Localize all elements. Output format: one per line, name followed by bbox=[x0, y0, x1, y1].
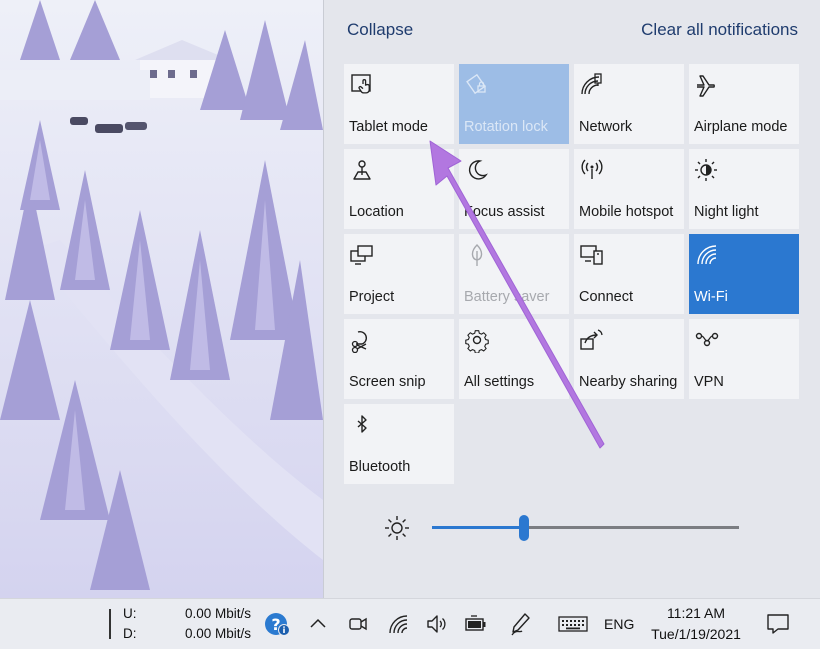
tile-label: Airplane mode bbox=[694, 119, 788, 135]
tile-label: Tablet mode bbox=[349, 119, 428, 135]
tile-label: Battery saver bbox=[464, 289, 550, 305]
taskbar: U: D: 0.00 Mbit/s 0.00 Mbit/s ? ENG 11:2… bbox=[0, 598, 820, 649]
tile-location[interactable]: Location bbox=[344, 149, 454, 229]
battery-saver-icon bbox=[471, 244, 483, 266]
tile-label: VPN bbox=[694, 374, 724, 390]
tile-bluetooth[interactable]: Bluetooth bbox=[344, 404, 454, 484]
tile-label: Mobile hotspot bbox=[579, 204, 674, 220]
brightness-slider[interactable] bbox=[432, 515, 739, 541]
collapse-button[interactable]: Collapse bbox=[347, 20, 413, 40]
brightness-icon bbox=[385, 516, 409, 540]
brightness-slider-thumb[interactable] bbox=[519, 515, 530, 541]
tile-label: Bluetooth bbox=[349, 459, 411, 475]
tile-connect[interactable]: Connect bbox=[574, 234, 684, 314]
hotspot-icon bbox=[581, 159, 603, 179]
tile-label: Network bbox=[579, 119, 633, 135]
tile-label: Connect bbox=[579, 289, 634, 305]
network-icon bbox=[581, 73, 602, 95]
taskbar-separator bbox=[109, 609, 111, 639]
tile-night-light[interactable]: Night light bbox=[689, 149, 799, 229]
chevron-up-icon[interactable] bbox=[305, 611, 331, 637]
moon-icon bbox=[468, 160, 488, 180]
help-info-icon[interactable]: ? bbox=[264, 611, 290, 637]
tile-label: Screen snip bbox=[349, 374, 426, 390]
input-language[interactable]: ENG bbox=[604, 616, 634, 632]
download-label: D: bbox=[123, 626, 137, 641]
screen-snip-icon bbox=[351, 330, 368, 353]
notification-center-icon[interactable] bbox=[765, 611, 791, 637]
tile-project[interactable]: Project bbox=[344, 234, 454, 314]
tile-label: All settings bbox=[464, 374, 535, 390]
meet-now-icon[interactable] bbox=[345, 611, 371, 637]
battery-icon[interactable] bbox=[463, 611, 489, 637]
rotation-lock-icon bbox=[466, 73, 486, 95]
connect-icon bbox=[580, 245, 603, 265]
brightness-slider-fill bbox=[432, 526, 525, 529]
clock-time: 11:21 AM bbox=[666, 605, 726, 621]
action-center-header: Collapse Clear all notifications bbox=[324, 0, 820, 60]
upload-speed: 0.00 Mbit/s bbox=[184, 606, 251, 621]
tile-label: Focus assist bbox=[464, 204, 545, 220]
tile-airplane-mode[interactable]: Airplane mode bbox=[689, 64, 799, 144]
tile-label: Nearby sharing bbox=[579, 374, 678, 390]
tablet-mode-icon bbox=[351, 74, 371, 94]
location-icon bbox=[353, 160, 371, 180]
tile-screen-snip[interactable]: Screen snip bbox=[344, 319, 454, 399]
night-light-icon bbox=[695, 159, 717, 181]
vpn-icon bbox=[695, 332, 719, 347]
tile-focus-assist[interactable]: Focus assist bbox=[459, 149, 569, 229]
tile-label: Rotation lock bbox=[464, 119, 548, 135]
tile-battery-saver[interactable]: Battery saver bbox=[459, 234, 569, 314]
wifi-icon bbox=[697, 245, 717, 265]
clock-date: Tue/1/19/2021 bbox=[651, 626, 741, 642]
snowy-forest-image bbox=[0, 0, 323, 598]
touch-keyboard-icon[interactable] bbox=[557, 611, 589, 637]
tile-label: Project bbox=[349, 289, 395, 305]
tile-network[interactable]: Network bbox=[574, 64, 684, 144]
desktop-wallpaper bbox=[0, 0, 323, 598]
project-icon bbox=[350, 245, 373, 265]
nearby-sharing-icon bbox=[580, 329, 603, 350]
tile-wifi[interactable]: Wi-Fi bbox=[689, 234, 799, 314]
upload-label: U: bbox=[123, 606, 137, 621]
gear-icon bbox=[465, 330, 489, 353]
tile-vpn[interactable]: VPN bbox=[689, 319, 799, 399]
tile-label: Location bbox=[349, 204, 404, 220]
wifi-tray-icon[interactable] bbox=[386, 611, 412, 637]
download-speed: 0.00 Mbit/s bbox=[184, 626, 251, 641]
tile-all-settings[interactable]: All settings bbox=[459, 319, 569, 399]
tile-label: Wi-Fi bbox=[694, 289, 728, 305]
clock[interactable]: 11:21 AM Tue/1/19/2021 bbox=[648, 603, 744, 645]
airplane-icon bbox=[697, 75, 715, 97]
tile-label: Night light bbox=[694, 204, 759, 220]
pen-workspace-icon[interactable] bbox=[508, 611, 534, 637]
tile-tablet-mode[interactable]: Tablet mode bbox=[344, 64, 454, 144]
bluetooth-icon bbox=[357, 415, 367, 433]
tile-mobile-hotspot[interactable]: Mobile hotspot bbox=[574, 149, 684, 229]
clear-all-notifications-button[interactable]: Clear all notifications bbox=[641, 20, 798, 40]
speaker-icon[interactable] bbox=[424, 611, 450, 637]
tile-rotation-lock[interactable]: Rotation lock bbox=[459, 64, 569, 144]
tile-nearby-sharing[interactable]: Nearby sharing bbox=[574, 319, 684, 399]
